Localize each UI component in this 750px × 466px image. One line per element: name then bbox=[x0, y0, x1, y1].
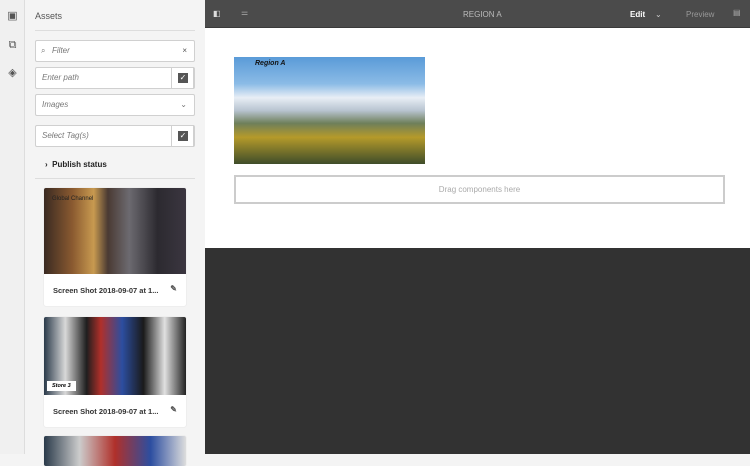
components-icon[interactable]: ⧉ bbox=[6, 39, 19, 51]
asset-thumbnail: Global Channel bbox=[44, 188, 186, 274]
clear-icon[interactable]: × bbox=[182, 41, 187, 61]
properties-icon[interactable]: ⚌ bbox=[241, 8, 248, 17]
mode-select[interactable]: Edit bbox=[630, 10, 645, 19]
page-title: REGION A bbox=[463, 10, 502, 19]
asset-title: Screen Shot 2018-09-07 at 1... bbox=[53, 407, 159, 416]
asset-type-value: Images bbox=[42, 100, 69, 109]
preview-button[interactable]: Preview bbox=[686, 10, 714, 19]
asset-thumbnail: Store 3 bbox=[44, 317, 186, 395]
edit-icon[interactable]: ✎ bbox=[170, 284, 177, 293]
side-rail: ▣ ⧉ ◈ bbox=[0, 0, 25, 454]
filter-placeholder: Filter bbox=[52, 46, 70, 55]
path-placeholder: Enter path bbox=[42, 73, 79, 82]
asset-card[interactable] bbox=[44, 436, 186, 466]
tags-browse-button[interactable]: ✓ bbox=[171, 125, 194, 147]
canvas-background bbox=[205, 248, 750, 454]
check-icon: ✓ bbox=[178, 131, 188, 141]
asset-card[interactable]: Global Channel Screen Shot 2018-09-07 at… bbox=[44, 188, 186, 306]
page-canvas: Region A Drag components here bbox=[205, 28, 750, 248]
asset-card[interactable]: Store 3 Screen Shot 2018-09-07 at 1... ✎ bbox=[44, 317, 186, 427]
region-image[interactable]: Region A bbox=[234, 57, 425, 164]
editor-toolbar: ◧ ⚌ REGION A Edit ⌄ Preview ▤ bbox=[205, 0, 750, 28]
path-browse-button[interactable]: ✓ bbox=[171, 67, 194, 89]
search-icon: ⌕ bbox=[41, 46, 46, 55]
tags-input[interactable]: Select Tag(s) ✓ bbox=[35, 125, 195, 147]
tags-placeholder: Select Tag(s) bbox=[42, 131, 89, 140]
side-panel-toggle-icon[interactable]: ◧ bbox=[213, 9, 221, 18]
divider bbox=[35, 30, 195, 31]
chevron-down-icon[interactable]: ⌄ bbox=[655, 10, 662, 19]
thumbnail-overlay: Store 3 bbox=[47, 381, 76, 391]
publish-status-label: Publish status bbox=[52, 160, 107, 169]
panel-title: Assets bbox=[35, 11, 63, 21]
check-icon: ✓ bbox=[178, 73, 188, 83]
image-label: Region A bbox=[255, 60, 286, 67]
filter-input[interactable]: ⌕ Filter × bbox=[35, 40, 195, 62]
page-info-icon[interactable]: ▤ bbox=[733, 8, 741, 17]
edit-icon[interactable]: ✎ bbox=[170, 405, 177, 414]
assets-icon[interactable]: ▣ bbox=[6, 10, 19, 22]
assets-panel: Assets ⌕ Filter × Enter path ✓ Images ⌄ … bbox=[25, 0, 205, 466]
publish-status-toggle[interactable]: › Publish status bbox=[45, 160, 107, 169]
content-tree-icon[interactable]: ◈ bbox=[6, 67, 19, 79]
drop-zone[interactable]: Drag components here bbox=[234, 175, 725, 204]
path-input[interactable]: Enter path ✓ bbox=[35, 67, 195, 89]
divider bbox=[35, 178, 195, 179]
asset-title: Screen Shot 2018-09-07 at 1... bbox=[53, 286, 159, 295]
asset-type-select[interactable]: Images ⌄ bbox=[35, 94, 195, 116]
thumbnail-overlay: Global Channel bbox=[52, 196, 94, 202]
chevron-down-icon: ⌄ bbox=[180, 100, 187, 109]
